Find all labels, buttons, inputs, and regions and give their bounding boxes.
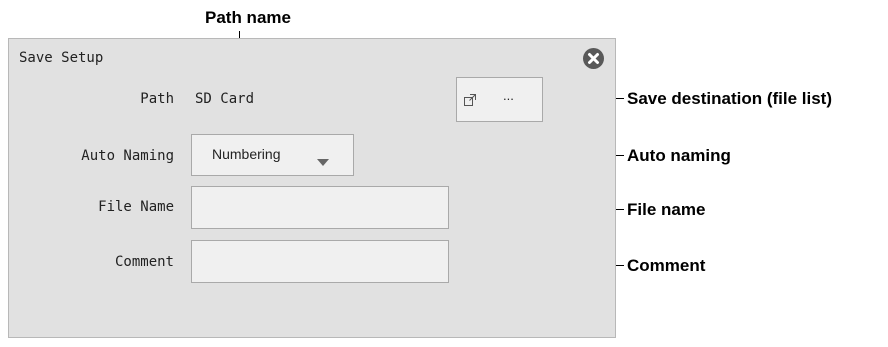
external-open-icon	[464, 93, 476, 111]
annotation-path-name: Path name	[205, 8, 291, 27]
annotation-auto-naming: Auto naming	[627, 146, 731, 165]
auto-naming-selected-value: Numbering	[212, 146, 281, 162]
path-value: SD Card	[195, 91, 255, 107]
path-label: Path	[140, 91, 174, 107]
browse-label: ...	[503, 88, 514, 103]
comment-field[interactable]	[191, 240, 449, 283]
save-destination-button[interactable]: ...	[456, 77, 543, 122]
save-setup-dialog: Save Setup Path SD Card ... Auto Naming …	[8, 38, 616, 338]
file-name-label: File Name	[98, 199, 174, 215]
dialog-title: Save Setup	[19, 50, 104, 66]
annotation-comment: Comment	[627, 256, 706, 275]
chevron-down-icon	[317, 153, 329, 171]
close-icon[interactable]	[583, 48, 604, 69]
auto-naming-dropdown[interactable]: Numbering	[191, 134, 354, 176]
auto-naming-label: Auto Naming	[81, 148, 174, 164]
comment-label: Comment	[114, 254, 174, 270]
annotation-save-destination: Save destination (file list)	[627, 89, 832, 108]
annotation-file-name: File name	[627, 200, 706, 219]
file-name-field[interactable]	[191, 186, 449, 229]
